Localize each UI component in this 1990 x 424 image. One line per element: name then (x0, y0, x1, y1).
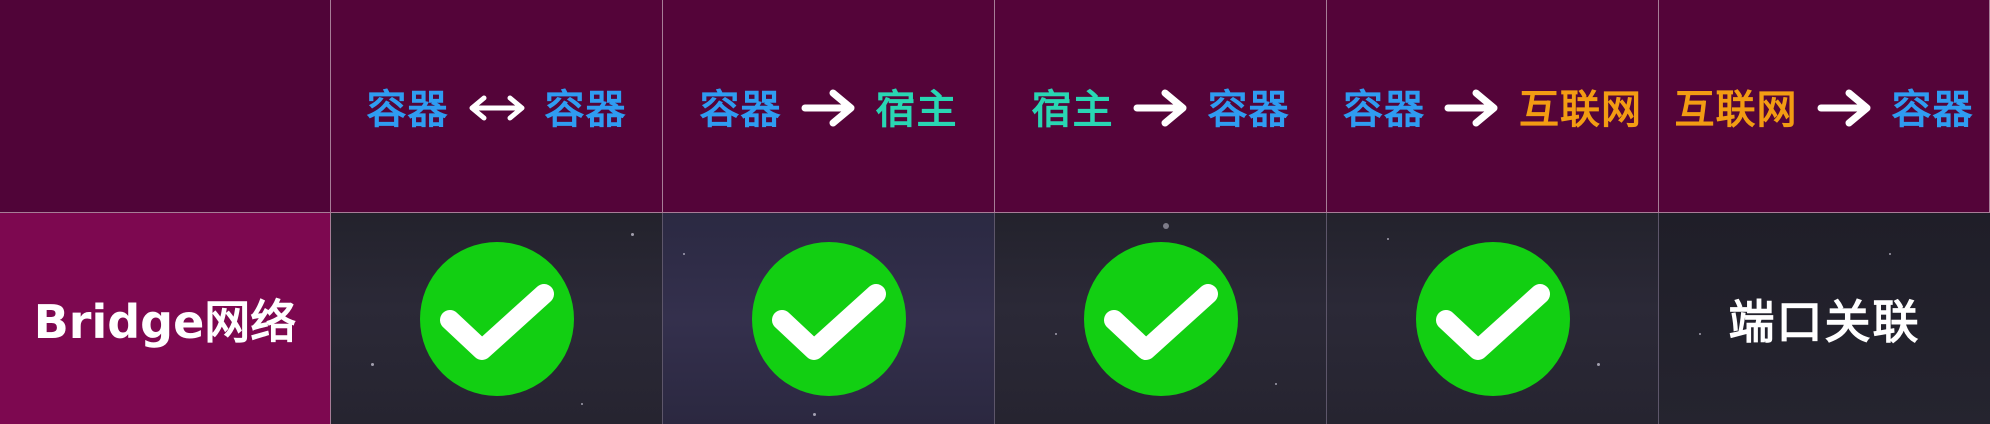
right-arrow-icon (800, 88, 858, 128)
result-cell: 端口关联 (1659, 213, 1990, 424)
check-icon (419, 241, 574, 396)
term-host: 宿主 (875, 87, 958, 133)
check-icon (1415, 241, 1570, 396)
port-mapping-text: 端口关联 (1728, 294, 1921, 349)
term-host: 宿主 (1031, 87, 1114, 133)
term-container: 容器 (1891, 87, 1974, 133)
header-container-to-internet: 容器 互联网 (1327, 0, 1659, 213)
term-container: 容器 (366, 87, 449, 133)
right-arrow-icon (1443, 88, 1501, 128)
header-corner-cell (0, 0, 331, 213)
header-host-to-container: 宿主 容器 (995, 0, 1327, 213)
row-label-bridge-network: Bridge网络 (0, 213, 331, 424)
term-container: 容器 (1207, 87, 1290, 133)
double-arrow-icon (467, 93, 527, 123)
term-container: 容器 (544, 87, 627, 133)
network-comparison-table: 容器 容器 容器 宿主 宿主 容器 容器 互联网 互联网 容器 Bridge网络… (0, 0, 1990, 424)
result-cell (331, 213, 663, 424)
header-container-to-host: 容器 宿主 (663, 0, 995, 213)
right-arrow-icon (1816, 88, 1874, 128)
term-container: 容器 (1343, 87, 1425, 133)
check-icon (1083, 241, 1238, 396)
result-cell (1327, 213, 1659, 424)
result-cell (663, 213, 995, 424)
result-cell (995, 213, 1327, 424)
check-icon (751, 241, 906, 396)
term-internet: 互联网 (1519, 87, 1642, 133)
header-internet-to-container: 互联网 容器 (1659, 0, 1990, 213)
header-container-to-container: 容器 容器 (331, 0, 663, 213)
term-internet: 互联网 (1674, 87, 1798, 133)
term-container: 容器 (699, 87, 782, 133)
right-arrow-icon (1132, 88, 1190, 128)
